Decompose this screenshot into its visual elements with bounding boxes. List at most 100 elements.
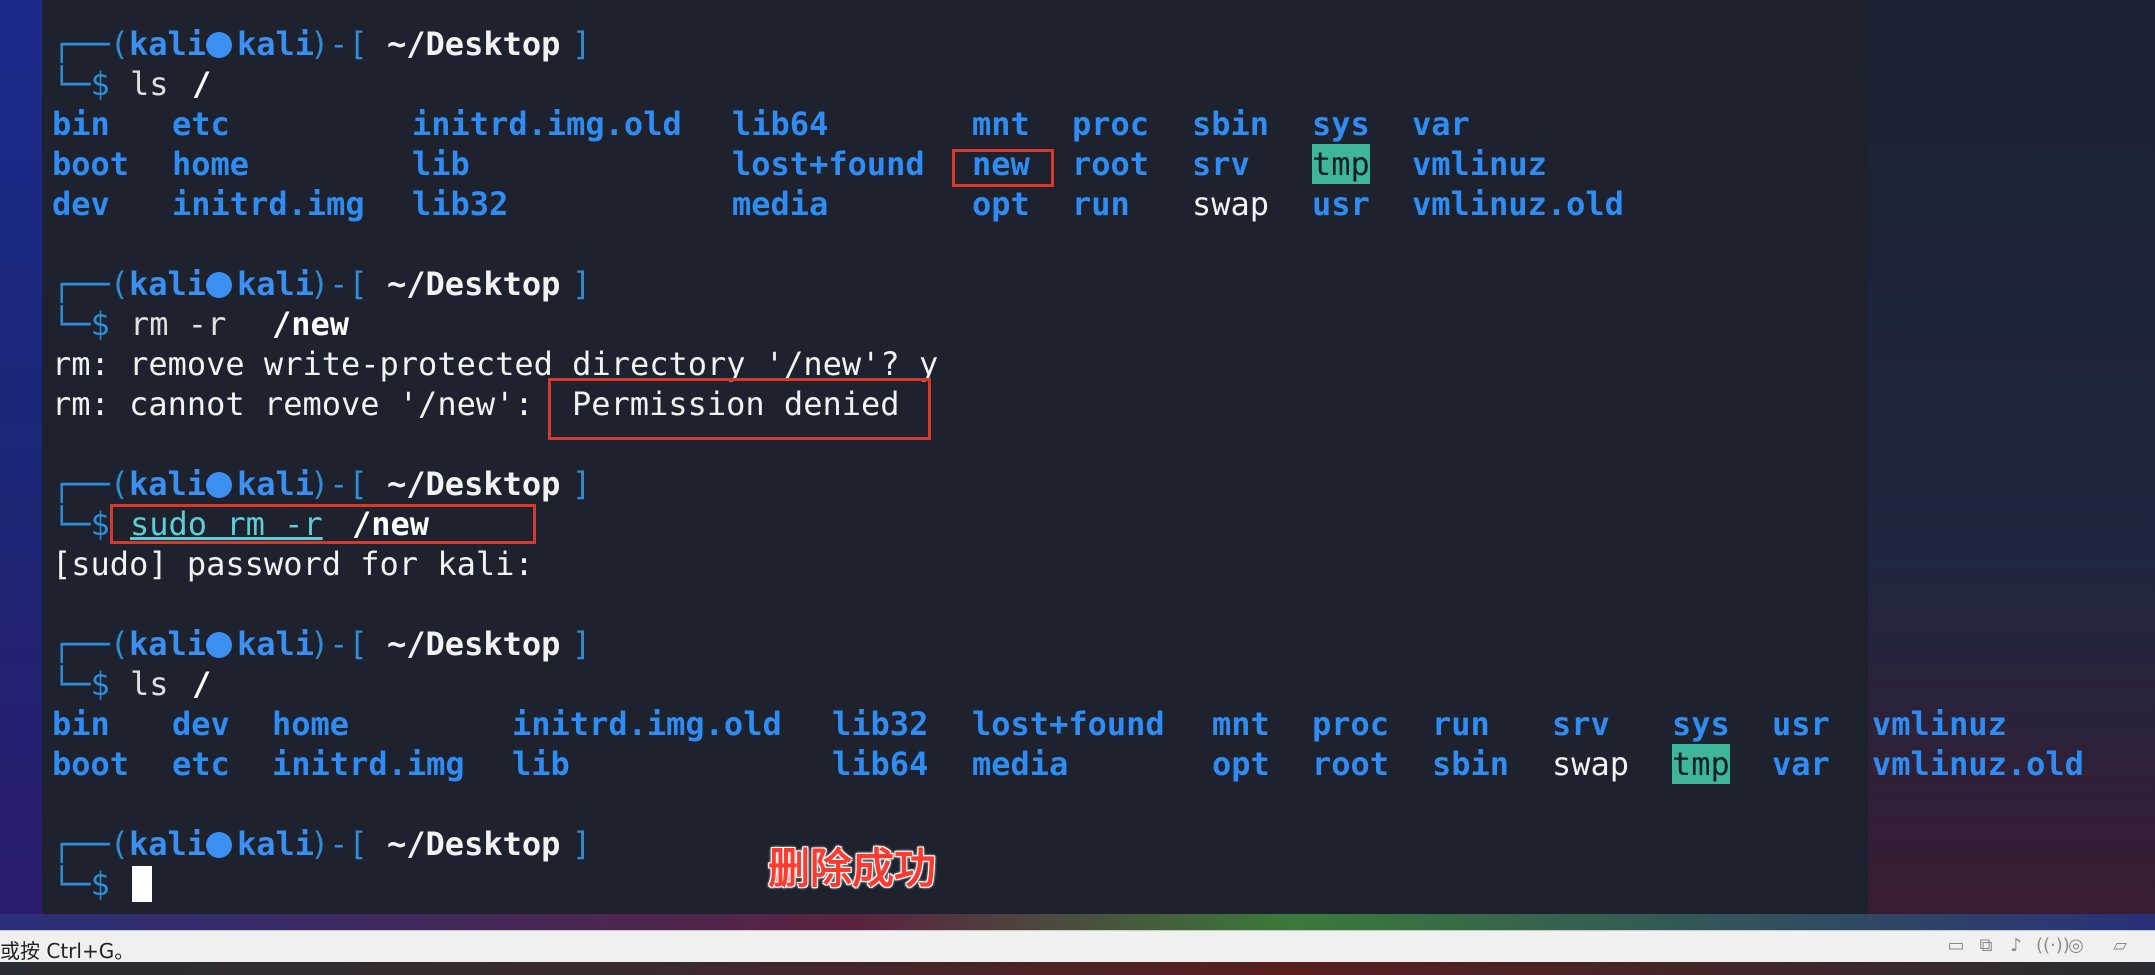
list-item: mnt (1212, 705, 1270, 743)
prompt-frame-mid: )-[ (310, 25, 368, 63)
list-item: usr (1312, 185, 1370, 223)
output-line: rm: cannot remove '/new': Permission den… (52, 384, 900, 424)
list-item: run (1432, 705, 1490, 743)
list-item: sbin (1432, 745, 1510, 783)
kali-icon (204, 24, 234, 64)
ls-output-row: bin dev home initrd.img.old lib32 lost+f… (52, 704, 2007, 744)
prompt-path: ~/Desktop (387, 265, 561, 303)
prompt-frame-mid: )-[ (310, 825, 368, 863)
list-item: initrd.img.old (512, 705, 782, 743)
list-item: lib (412, 145, 470, 183)
list-item: bin (52, 105, 110, 143)
highlight-box-sudo (110, 504, 536, 544)
prompt-path: ~/Desktop (387, 625, 561, 663)
list-item: swap (1192, 185, 1270, 223)
prompt-host: kali (237, 25, 315, 63)
status-text: 或按 Ctrl+G。 (0, 939, 135, 963)
list-item: etc (172, 105, 230, 143)
prompt-frame-mid: )-[ (310, 625, 368, 663)
list-item: dev (172, 705, 230, 743)
list-item: lost+found (732, 145, 925, 183)
prompt-line: ┌──( kali kali )-[ ~/Desktop ] (52, 264, 591, 304)
list-item: srv (1192, 145, 1250, 183)
prompt-frame-end: ] (572, 265, 592, 303)
list-item: root (1312, 745, 1390, 783)
network-icon[interactable]: ⧉ (1976, 937, 1996, 955)
list-item: usr (1772, 705, 1830, 743)
list-item: srv (1552, 705, 1610, 743)
record-icon[interactable]: ◎ (2066, 937, 2086, 955)
list-item: lib (512, 745, 570, 783)
list-item: lost+found (972, 705, 1165, 743)
list-item: boot (52, 745, 130, 783)
list-item: proc (1072, 105, 1150, 143)
prompt-frame: ┌──( (52, 465, 130, 503)
prompt-frame-end: ] (572, 25, 592, 63)
prompt-frame: ┌──( (52, 25, 130, 63)
list-item: sbin (1192, 105, 1270, 143)
prompt-user: kali (129, 825, 207, 863)
desktop-background: ┌──( kali kali )-[ ~/Desktop ] └─$ ls / … (0, 0, 2155, 975)
prompt-user: kali (129, 265, 207, 303)
list-item: sys (1312, 105, 1370, 143)
kali-icon (204, 264, 234, 304)
list-item: initrd.img (272, 745, 465, 783)
ls-output-row: boot home lib lost+found new root srv tm… (52, 144, 1547, 184)
list-item: var (1412, 105, 1470, 143)
list-item: sys (1672, 705, 1730, 743)
output-text: rm: cannot remove '/new': (52, 385, 534, 423)
command-arg: / (192, 65, 212, 103)
prompt-frame: ┌──( (52, 265, 130, 303)
prompt-user: kali (129, 465, 207, 503)
prompt-frame: ┌──( (52, 825, 130, 863)
list-item: lib32 (832, 705, 929, 743)
list-item: lib64 (832, 745, 929, 783)
list-item: media (972, 745, 1069, 783)
note-icon[interactable]: ▱ (2110, 937, 2130, 955)
prompt-frame: ┌──( (52, 625, 130, 663)
command-line: └─$ ls / (52, 664, 211, 704)
command-line: └─$ rm -r /new (52, 304, 349, 344)
list-item: opt (1212, 745, 1270, 783)
prompt-line: ┌──( kali kali )-[ ~/Desktop ] (52, 624, 591, 664)
vm-background-bottom (0, 914, 2155, 930)
prompt-frame-end: ] (572, 625, 592, 663)
list-item: run (1072, 185, 1130, 223)
wireless-icon[interactable]: ((·)) (2036, 937, 2070, 955)
list-item: initrd.img (172, 185, 365, 223)
list-item: vmlinuz.old (1412, 185, 1624, 223)
prompt-frame-end: ] (572, 465, 592, 503)
annotation-caption: 删除成功 (768, 844, 937, 893)
prompt-line: ┌──( kali kali )-[ ~/Desktop ] (52, 824, 591, 864)
command-text: ls (130, 665, 169, 703)
list-item: bin (52, 705, 110, 743)
highlight-box-permission (548, 378, 931, 440)
list-item: home (272, 705, 350, 743)
kali-icon (204, 824, 234, 864)
command-arg: /new (272, 305, 350, 343)
command-line: └─$ ls / (52, 64, 211, 104)
ls-output-row: boot etc initrd.img lib lib64 media opt … (52, 744, 2084, 784)
prompt-dollar: └─$ (52, 865, 130, 903)
list-item: mnt (972, 105, 1030, 143)
list-item: lib32 (412, 185, 509, 223)
prompt-path: ~/Desktop (387, 465, 561, 503)
highlight-box-new (952, 149, 1054, 187)
speaker-icon[interactable]: ♪ (2006, 937, 2026, 955)
output-text: [sudo] password for kali: (52, 545, 534, 583)
output-line: [sudo] password for kali: (52, 544, 534, 584)
prompt-dollar: └─$ (52, 305, 130, 343)
list-item: dev (52, 185, 110, 223)
list-item: vmlinuz (1872, 705, 2007, 743)
vm-status-bar: 或按 Ctrl+G。 ▭ ⧉ ♪ ((·)) ◎ ▱ (0, 930, 2155, 963)
hdd-icon[interactable]: ▭ (1946, 937, 1966, 955)
list-item: boot (52, 145, 130, 183)
prompt-path: ~/Desktop (387, 825, 561, 863)
prompt-dollar: └─$ (52, 665, 130, 703)
list-item: tmp (1312, 144, 1370, 184)
prompt-host: kali (237, 625, 315, 663)
command-text: ls (130, 65, 169, 103)
command-text: rm -r (130, 305, 227, 343)
ls-output-row: bin etc initrd.img.old lib64 mnt proc sb… (52, 104, 1470, 144)
list-item: home (172, 145, 250, 183)
